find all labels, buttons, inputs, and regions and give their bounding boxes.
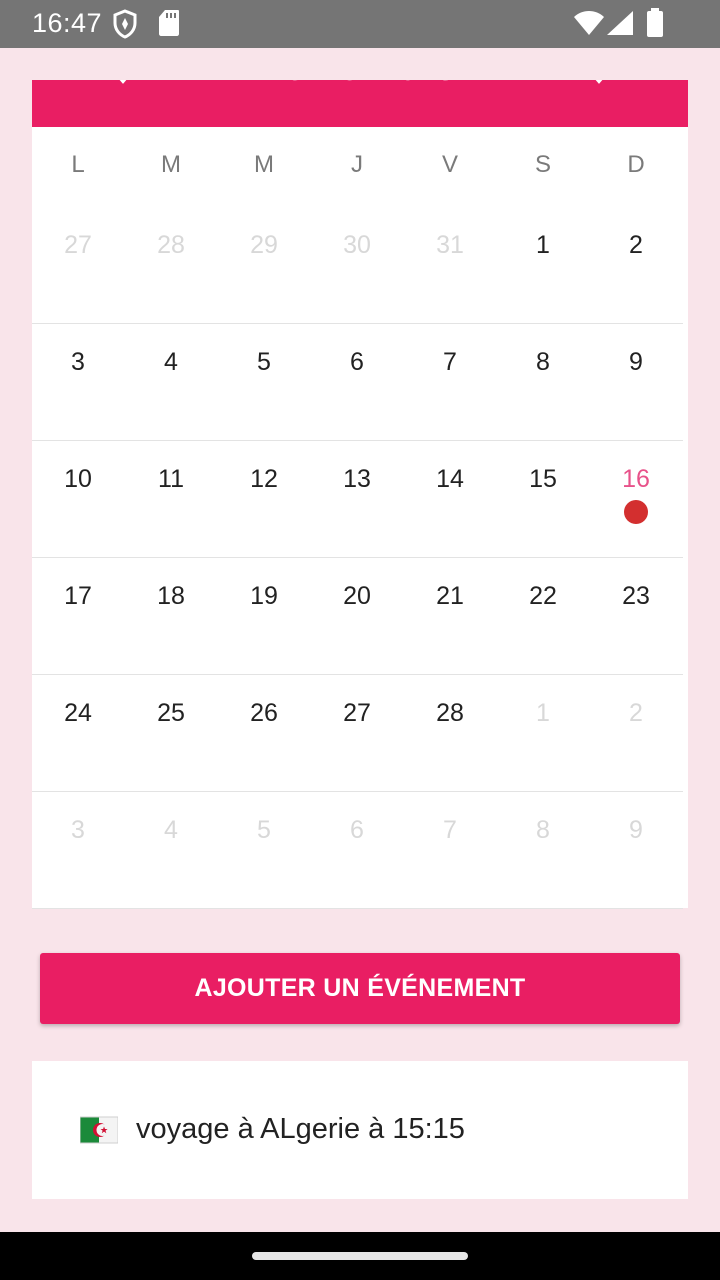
calendar-day[interactable]: 10 bbox=[38, 465, 118, 494]
week-divider bbox=[32, 323, 683, 324]
calendar-day[interactable]: 7 bbox=[410, 816, 490, 845]
add-event-button[interactable]: AJOUTER UN ÉVÉNEMENT bbox=[40, 953, 680, 1024]
algeria-flag-icon bbox=[80, 1116, 118, 1144]
calendar-day[interactable]: 24 bbox=[38, 699, 118, 728]
calendar-day[interactable]: 22 bbox=[503, 582, 583, 611]
calendar-day[interactable]: 27 bbox=[38, 231, 118, 260]
calendar-day[interactable]: 2 bbox=[596, 231, 676, 260]
signal-icon bbox=[607, 11, 633, 35]
home-gesture-handle[interactable] bbox=[252, 1252, 468, 1260]
calendar-day[interactable]: 27 bbox=[317, 699, 397, 728]
week-divider bbox=[32, 674, 683, 675]
calendar-day[interactable]: 6 bbox=[317, 348, 397, 377]
weekday-label: S bbox=[534, 151, 551, 178]
calendar-day[interactable]: 26 bbox=[224, 699, 304, 728]
calendar-header: Février 2025 bbox=[32, 80, 688, 127]
weekday-label: L bbox=[71, 151, 85, 178]
calendar-day[interactable]: 1 bbox=[503, 231, 583, 260]
next-month-icon[interactable] bbox=[592, 80, 606, 84]
week-divider bbox=[32, 908, 683, 909]
calendar-day[interactable]: 15 bbox=[503, 465, 583, 494]
calendar-grid: L M M J V S D 27 28 29 30 31 1 2 3 4 5 6 7 8 9 10 11 12 1… bbox=[32, 127, 688, 909]
calendar-day[interactable]: 8 bbox=[503, 348, 583, 377]
calendar-day[interactable]: 21 bbox=[410, 582, 490, 611]
wifi-icon bbox=[574, 11, 604, 35]
calendar-day[interactable]: 31 bbox=[410, 231, 490, 260]
calendar-day[interactable]: 13 bbox=[317, 465, 397, 494]
calendar-day[interactable]: 28 bbox=[131, 231, 211, 260]
calendar-day[interactable]: 14 bbox=[410, 465, 490, 494]
battery-icon bbox=[647, 8, 663, 37]
calendar-day[interactable]: 3 bbox=[38, 816, 118, 845]
weekday-label: J bbox=[351, 151, 363, 178]
calendar-day[interactable]: 4 bbox=[131, 816, 211, 845]
event-list-item[interactable]: voyage à ALgerie à 15:15 bbox=[32, 1061, 688, 1199]
calendar-day[interactable]: 9 bbox=[596, 348, 676, 377]
calendar-day[interactable]: 4 bbox=[131, 348, 211, 377]
calendar-day[interactable]: 18 bbox=[131, 582, 211, 611]
event-text: voyage à ALgerie à 15:15 bbox=[136, 1113, 465, 1145]
week-divider bbox=[32, 557, 683, 558]
calendar-day[interactable]: 25 bbox=[131, 699, 211, 728]
weekday-label: M bbox=[254, 151, 274, 178]
event-indicator-dot bbox=[624, 500, 648, 524]
navigation-bar bbox=[0, 1232, 720, 1280]
month-label: Février 2025 bbox=[32, 80, 688, 89]
calendar-day[interactable]: 2 bbox=[596, 699, 676, 728]
week-divider bbox=[32, 791, 683, 792]
calendar-day[interactable]: 3 bbox=[38, 348, 118, 377]
calendar-day[interactable]: 17 bbox=[38, 582, 118, 611]
calendar-day[interactable]: 29 bbox=[224, 231, 304, 260]
calendar-day[interactable]: 5 bbox=[224, 348, 304, 377]
calendar-day[interactable]: 9 bbox=[596, 816, 676, 845]
calendar-day[interactable]: 1 bbox=[503, 699, 583, 728]
weekday-label: V bbox=[441, 151, 458, 178]
calendar-day[interactable]: 20 bbox=[317, 582, 397, 611]
calendar-day[interactable]: 19 bbox=[224, 582, 304, 611]
week-divider bbox=[32, 440, 683, 441]
weekday-label: M bbox=[161, 151, 181, 178]
sd-card-icon bbox=[159, 10, 179, 36]
status-bar: 16:47 bbox=[0, 0, 720, 48]
weekday-label: D bbox=[627, 151, 645, 178]
calendar-day[interactable]: 5 bbox=[224, 816, 304, 845]
calendar-day[interactable]: 6 bbox=[317, 816, 397, 845]
calendar-day[interactable]: 12 bbox=[224, 465, 304, 494]
calendar-day[interactable]: 8 bbox=[503, 816, 583, 845]
shield-icon bbox=[113, 9, 137, 39]
calendar-day[interactable]: 28 bbox=[410, 699, 490, 728]
status-time: 16:47 bbox=[32, 8, 103, 38]
calendar-day[interactable]: 11 bbox=[131, 465, 211, 494]
calendar-day[interactable]: 30 bbox=[317, 231, 397, 260]
calendar-day[interactable]: 7 bbox=[410, 348, 490, 377]
calendar-day-today[interactable]: 16 bbox=[596, 465, 676, 494]
calendar-day[interactable]: 23 bbox=[596, 582, 676, 611]
